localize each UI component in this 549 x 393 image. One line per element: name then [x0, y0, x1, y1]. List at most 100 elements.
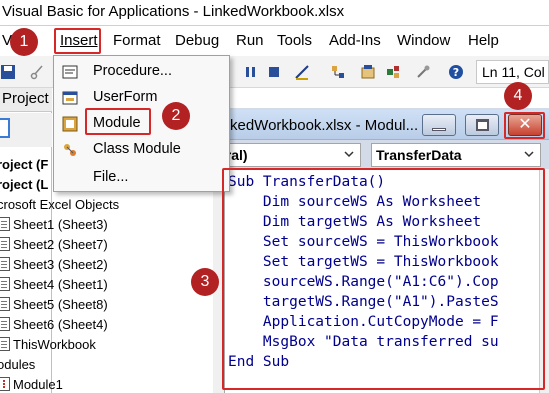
menu-window-label: Window	[397, 32, 451, 49]
worksheet-icon	[0, 237, 10, 251]
procedure-combobox-value: TransferData	[376, 147, 462, 163]
tree-item-label: Module1	[13, 376, 63, 392]
code-text: End Sub	[228, 354, 290, 370]
menu-item-file[interactable]: File...	[54, 165, 229, 191]
menu-tools[interactable]: Tools	[277, 32, 312, 49]
code-text: Application.CutCopyMode = F	[228, 314, 499, 330]
code-line-6[interactable]: sourceWS.Range("A1:C6").Cop	[228, 272, 499, 292]
code-text: Set sourceWS = ThisWorkbook	[228, 234, 499, 250]
code-text: Dim sourceWS As Worksheet	[228, 194, 482, 210]
tree-item-sheet4[interactable]: Sheet4 (Sheet1)	[0, 274, 108, 294]
chevron-down-icon	[524, 151, 534, 158]
help-icon[interactable]: ?	[448, 64, 464, 80]
menu-insert-label: Insert	[60, 32, 98, 49]
tree-item-label: Sheet6 (Sheet4)	[13, 316, 108, 332]
menu-window[interactable]: Window	[397, 32, 450, 49]
code-line-8[interactable]: Application.CutCopyMode = F	[228, 312, 499, 332]
menu-item-class-module[interactable]: Class Module	[54, 137, 229, 163]
menu-tools-label: Tools	[277, 32, 313, 49]
cursor-position-indicator: Ln 11, Col	[476, 60, 549, 84]
tree-item-label: Sheet4 (Sheet1)	[13, 276, 108, 292]
tree-excel-objects-folder[interactable]: crosoft Excel Objects	[0, 194, 119, 214]
tree-item-sheet3[interactable]: Sheet3 (Sheet2)	[0, 254, 108, 274]
tree-item-sheet1[interactable]: Sheet1 (Sheet3)	[0, 214, 108, 234]
code-text: sourceWS.Range("A1:C6").Cop	[228, 274, 499, 290]
worksheet-icon	[0, 277, 10, 291]
tree-item-sheet5[interactable]: Sheet5 (Sheet8)	[0, 294, 108, 314]
module-icon	[0, 377, 10, 391]
code-window-title: kedWorkbook.xlsx - Modul...	[230, 117, 419, 134]
project-explorer-icon[interactable]	[330, 64, 346, 80]
stop-icon[interactable]	[266, 64, 282, 80]
menu-debug-label: Debug	[175, 32, 220, 49]
userform-icon	[62, 91, 78, 105]
view-code-icon[interactable]	[0, 118, 10, 138]
menu-item-procedure[interactable]: Procedure...	[54, 59, 229, 85]
code-line-4[interactable]: Set sourceWS = ThisWorkbook	[228, 232, 499, 252]
procedure-combobox[interactable]: TransferData	[371, 143, 541, 167]
menu-item-module[interactable]: Module	[54, 111, 229, 137]
class-module-icon	[64, 144, 76, 156]
menu-help[interactable]: Help	[468, 32, 499, 49]
minimize-icon	[432, 128, 446, 131]
toolbox-icon[interactable]	[415, 64, 431, 80]
module-icon	[62, 116, 78, 132]
pause-icon[interactable]	[243, 64, 259, 80]
minimize-button[interactable]	[422, 114, 456, 136]
worksheet-icon	[0, 317, 10, 331]
menu-item-userform[interactable]: UserForm	[54, 85, 229, 111]
code-line-10[interactable]: End Sub	[228, 352, 289, 372]
tree-modules-folder[interactable]: odules	[0, 354, 35, 374]
code-line-9[interactable]: MsgBox "Data transferred su	[228, 332, 499, 352]
step-badge-3: 3	[191, 268, 219, 296]
menu-insert[interactable]: Insert	[60, 32, 98, 49]
tree-item-sheet2[interactable]: Sheet2 (Sheet7)	[0, 234, 108, 254]
tree-item-module1[interactable]: Module1	[0, 374, 63, 393]
maximize-button[interactable]	[465, 114, 499, 136]
code-line-2[interactable]: Dim sourceWS As Worksheet	[228, 192, 481, 212]
close-icon: ✕	[518, 116, 532, 133]
code-line-3[interactable]: Dim targetWS As Worksheet	[228, 212, 481, 232]
worksheet-icon	[0, 217, 10, 231]
tree-item-thisworkbook[interactable]: ThisWorkbook	[0, 334, 96, 354]
menu-bar: V Insert Format Debug Run Tools Add-Ins …	[0, 26, 549, 56]
tree-item-label: Sheet3 (Sheet2)	[13, 256, 108, 272]
project-explorer-header: Project	[0, 88, 52, 112]
menu-item-label: UserForm	[93, 89, 158, 105]
tree-project-1[interactable]: roject (F	[0, 154, 48, 174]
object-browser-icon[interactable]	[385, 64, 401, 80]
code-line-7[interactable]: targetWS.Range("A1").PasteS	[228, 292, 499, 312]
code-text: MsgBox "Data transferred su	[228, 334, 499, 350]
menu-format-label: Format	[113, 32, 161, 49]
vertical-scrollbar[interactable]	[539, 169, 549, 393]
title-bar: Visual Basic for Applications - LinkedWo…	[0, 0, 549, 26]
menu-debug[interactable]: Debug	[175, 32, 219, 49]
code-line-1[interactable]: Sub TransferData()	[228, 172, 385, 192]
properties-icon[interactable]	[360, 64, 376, 80]
menu-item-label: Class Module	[93, 141, 181, 157]
insert-menu-dropdown: Procedure... UserForm Module Class Modul…	[53, 55, 230, 192]
code-line-5[interactable]: Set targetWS = ThisWorkbook	[228, 252, 499, 272]
tree-item-label: Sheet2 (Sheet7)	[13, 236, 108, 252]
menu-add-ins[interactable]: Add-Ins	[329, 32, 381, 49]
code-text: Dim targetWS As Worksheet	[228, 214, 482, 230]
workbook-icon	[0, 337, 10, 351]
object-combobox[interactable]: eral)	[213, 143, 361, 167]
procedure-icon	[62, 65, 78, 79]
restore-icon	[476, 119, 489, 131]
svg-text:?: ?	[453, 66, 459, 79]
menu-help-label: Help	[468, 32, 499, 49]
menu-add-ins-label: Add-Ins	[329, 32, 381, 49]
menu-format[interactable]: Format	[113, 32, 161, 49]
code-text: Sub TransferData()	[228, 174, 386, 190]
cut-icon[interactable]	[30, 64, 46, 80]
save-icon[interactable]	[0, 64, 16, 80]
tree-project-2[interactable]: roject (L	[0, 174, 48, 194]
design-mode-icon[interactable]	[294, 64, 310, 80]
tree-item-label: ThisWorkbook	[13, 336, 96, 352]
code-text: Set targetWS = ThisWorkbook	[228, 254, 499, 270]
menu-run-label: Run	[236, 32, 264, 49]
tree-item-sheet6[interactable]: Sheet6 (Sheet4)	[0, 314, 108, 334]
menu-run[interactable]: Run	[236, 32, 264, 49]
close-button[interactable]: ✕	[508, 114, 542, 136]
